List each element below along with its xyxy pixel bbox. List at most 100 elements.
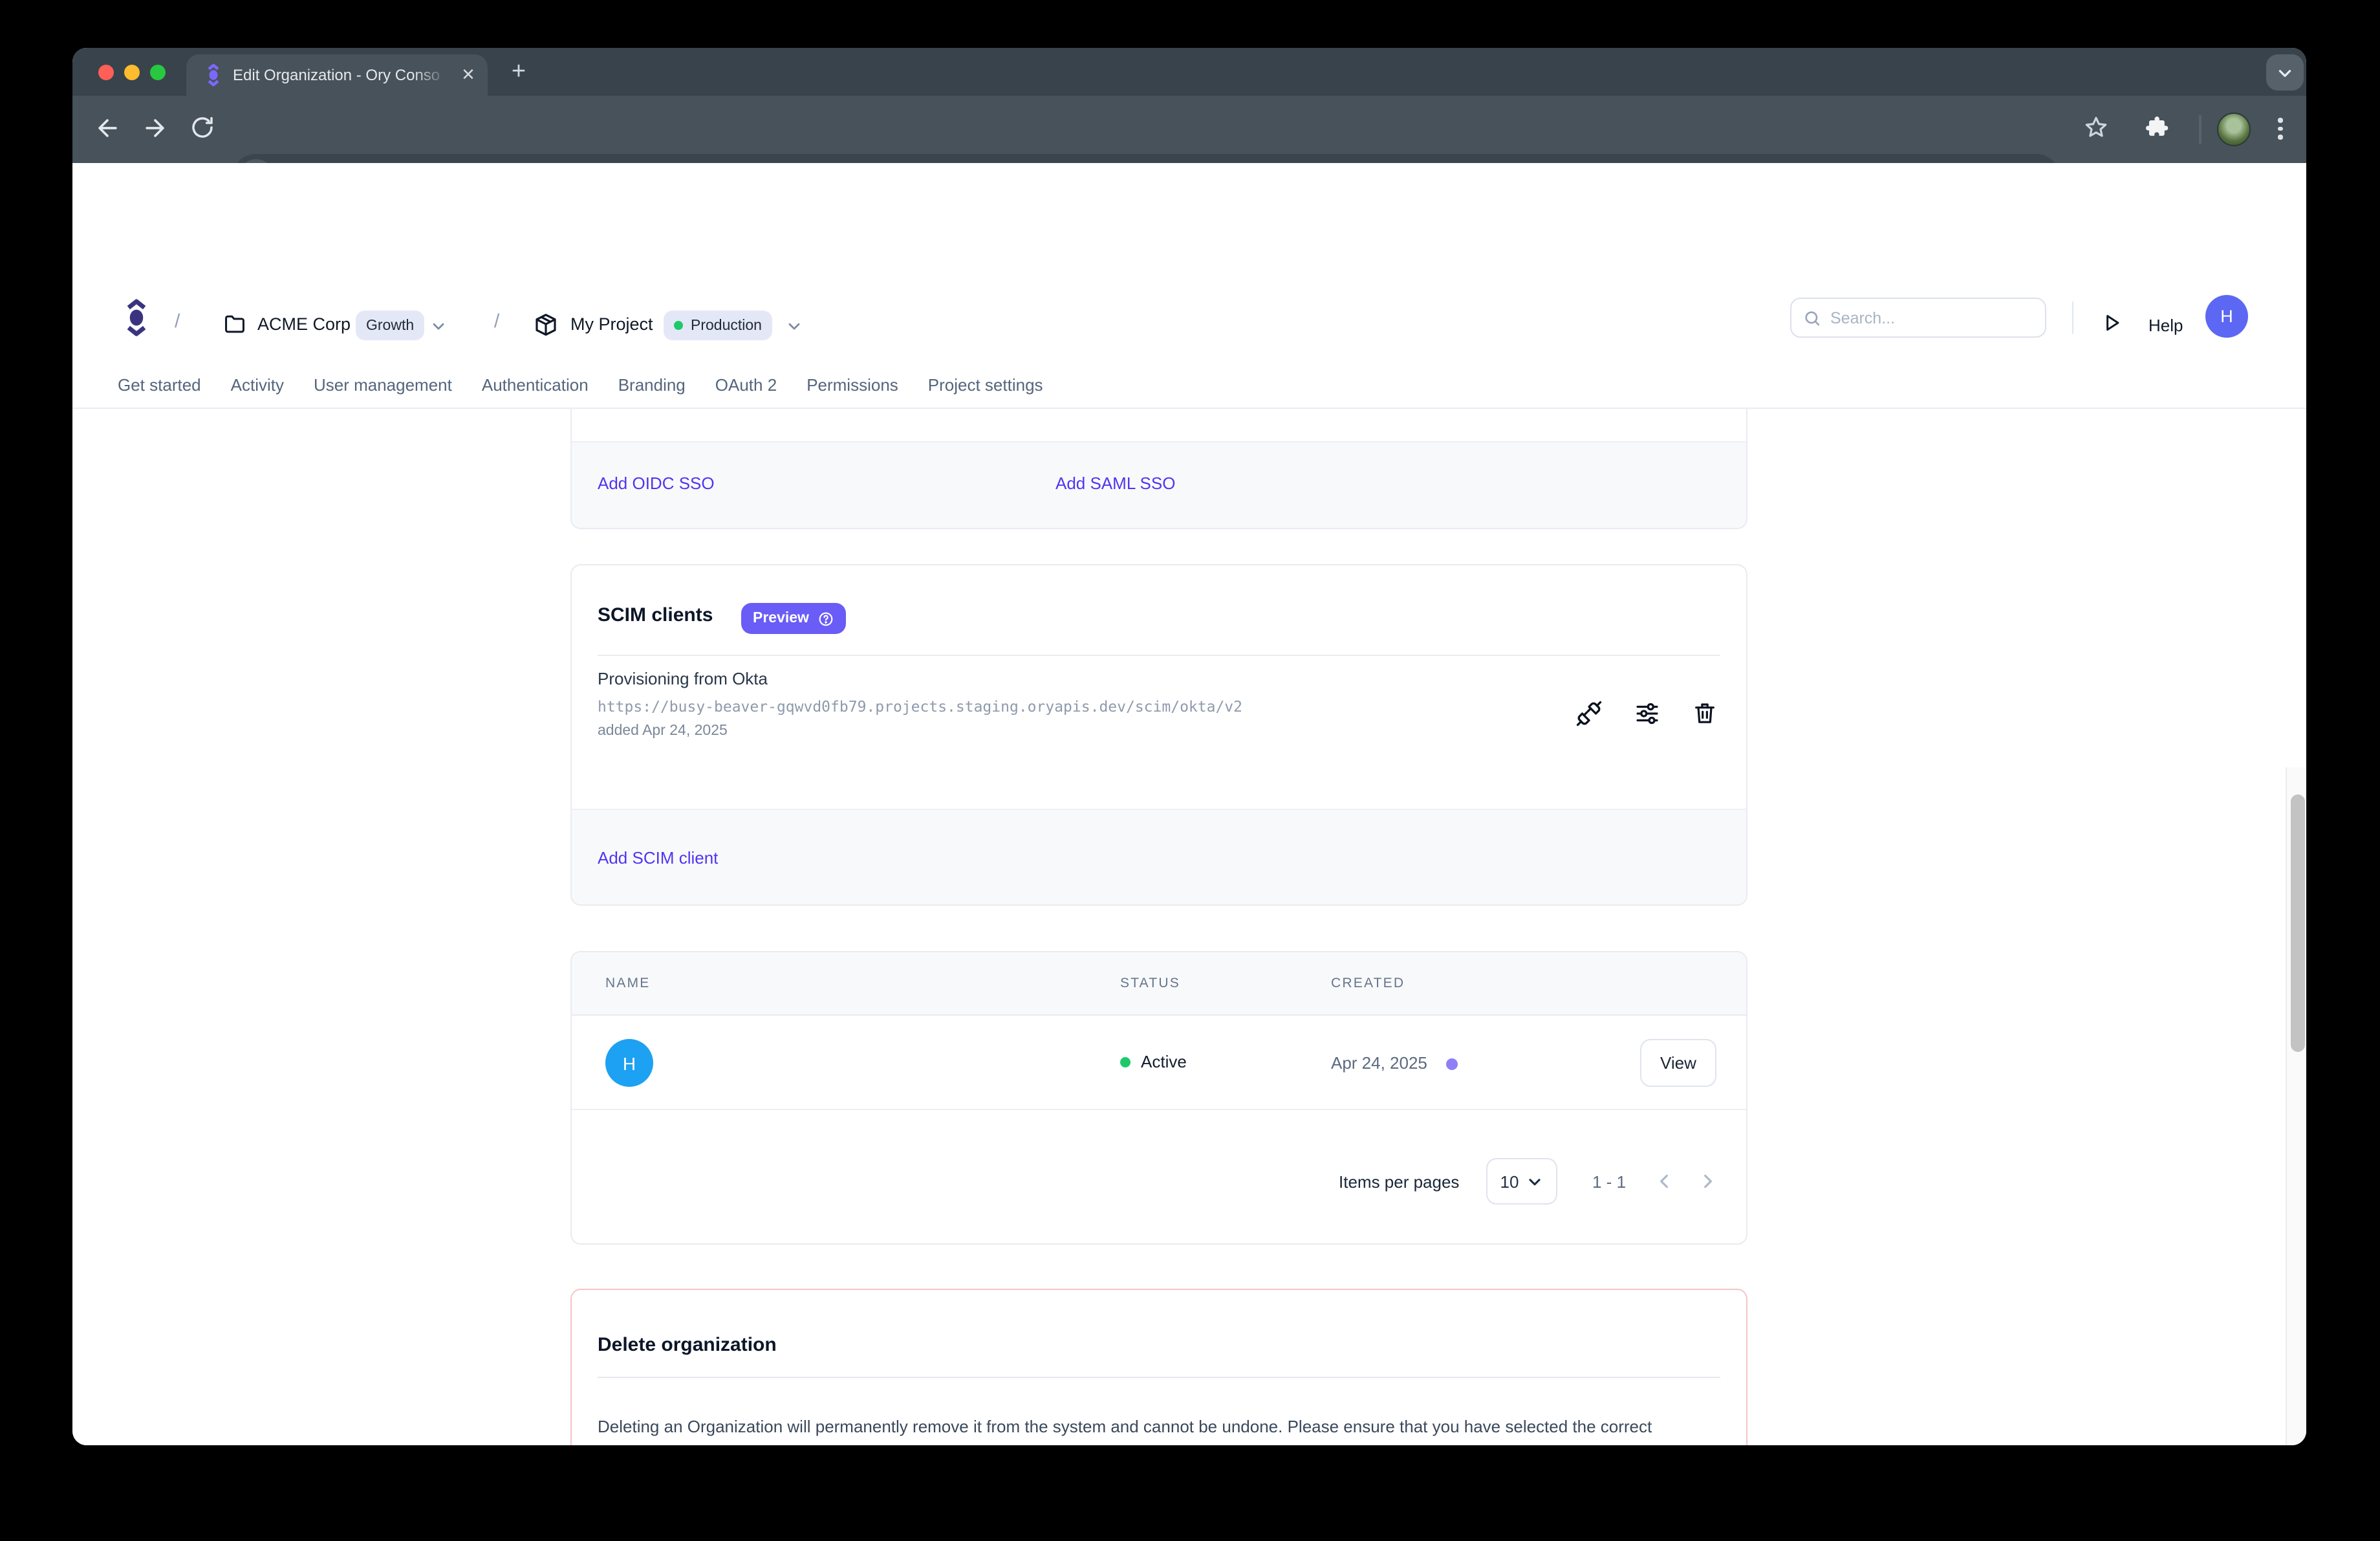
chevron-right-icon — [1697, 1171, 1718, 1192]
nav-item-project-settings[interactable]: Project settings — [928, 375, 1043, 395]
question-circle-icon — [818, 610, 835, 627]
created-cell: Apr 24, 2025 — [1331, 1053, 1427, 1073]
view-button[interactable]: View — [1640, 1039, 1716, 1087]
help-link[interactable]: Help — [2148, 316, 2183, 335]
add-oidc-sso-link[interactable]: Add OIDC SSO — [598, 474, 715, 493]
table-header-status: STATUS — [1120, 976, 1180, 991]
breadcrumb-separator: / — [175, 311, 180, 333]
toolbar-divider — [2199, 115, 2202, 144]
chevron-down-icon — [1526, 1173, 1543, 1190]
chevron-left-icon — [1654, 1171, 1675, 1192]
scrollbar-track[interactable] — [2286, 767, 2306, 1445]
arrow-right-icon — [141, 114, 169, 142]
scim-client-actions — [1572, 696, 1722, 730]
back-button[interactable] — [93, 114, 124, 145]
previous-page-button[interactable] — [1654, 1171, 1675, 1192]
delete-card-description: Deleting an Organization will permanentl… — [598, 1414, 1691, 1445]
ory-logo-icon[interactable] — [124, 296, 149, 339]
breadcrumb-separator: / — [494, 311, 499, 333]
traffic-close-button[interactable] — [98, 65, 114, 80]
scim-client-url: https://busy-beaver-gqwvd0fb79.projects.… — [598, 697, 1242, 716]
delete-card-title: Delete organization — [598, 1334, 777, 1356]
play-icon — [2101, 312, 2123, 334]
edit-settings-button[interactable] — [1630, 696, 1663, 730]
nav-item-activity[interactable]: Activity — [231, 375, 284, 395]
scrollbar-thumb[interactable] — [2290, 794, 2304, 1052]
org-plan-badge: Growth — [356, 311, 424, 340]
search-input[interactable] — [1830, 309, 2011, 327]
page-size-select[interactable]: 10 — [1486, 1158, 1557, 1205]
user-avatar[interactable]: H — [2205, 295, 2248, 338]
add-scim-client-link[interactable]: Add SCIM client — [598, 847, 718, 867]
sliders-icon — [1633, 699, 1660, 727]
nav-item-permissions[interactable]: Permissions — [806, 375, 898, 395]
organizations-table-card: NAME STATUS CREATED H Active Apr 24, 202… — [570, 951, 1747, 1245]
traffic-zoom-button[interactable] — [150, 65, 166, 80]
browser-tab[interactable]: Edit Organization - Ory Console ✕ — [186, 54, 488, 96]
created-indicator-dot — [1446, 1058, 1458, 1070]
forward-button[interactable] — [141, 114, 172, 145]
pagination: Items per pages 10 1 - 1 — [572, 1110, 1746, 1245]
scim-clients-card: SCIM clients Preview Provisioning from O… — [570, 564, 1747, 906]
add-saml-sso-link[interactable]: Add SAML SSO — [1055, 474, 1175, 493]
chevron-down-icon — [785, 317, 803, 335]
chevron-down-icon — [429, 317, 448, 335]
environment-badge-label: Production — [691, 318, 762, 333]
nav-item-user-management[interactable]: User management — [314, 375, 452, 395]
preview-badge[interactable]: Preview — [741, 603, 847, 634]
status-active-dot — [1120, 1056, 1130, 1067]
divider — [598, 1377, 1720, 1378]
environment-status-dot — [674, 321, 683, 330]
search-box[interactable] — [1790, 298, 2046, 338]
scim-clients-title: SCIM clients — [598, 604, 713, 626]
breadcrumb-project-name[interactable]: My Project — [570, 314, 653, 334]
next-page-button[interactable] — [1697, 1171, 1718, 1192]
chevron-down-icon — [2277, 64, 2293, 81]
browser-window: Edit Organization - Ory Console ✕ + — [72, 48, 2306, 1445]
delete-client-button[interactable] — [1688, 696, 1722, 730]
nav-item-branding[interactable]: Branding — [618, 375, 686, 395]
new-tab-button[interactable]: + — [504, 58, 533, 87]
run-button[interactable] — [2101, 312, 2123, 334]
bookmark-button[interactable] — [2082, 114, 2114, 145]
project-dropdown-trigger[interactable] — [785, 317, 803, 335]
search-icon — [1803, 309, 1821, 327]
page: / ACME Corp Growth / My Project Producti… — [72, 163, 2306, 1445]
scim-client-name: Provisioning from Okta — [598, 669, 768, 688]
org-plan-badge-label: Growth — [366, 318, 414, 333]
scim-card-footer: Add SCIM client — [572, 809, 1746, 904]
folder-icon — [222, 312, 247, 336]
browser-profile-avatar[interactable] — [2217, 113, 2251, 146]
table-header-created: CREATED — [1331, 976, 1405, 991]
extensions-button[interactable] — [2145, 114, 2176, 145]
tab-title: Edit Organization - Ory Console — [233, 66, 440, 84]
package-icon — [533, 312, 557, 336]
tab-close-icon[interactable]: ✕ — [458, 65, 479, 85]
preview-badge-label: Preview — [753, 611, 809, 626]
tab-search-button[interactable] — [2266, 54, 2304, 91]
puzzle-icon — [2145, 114, 2170, 140]
table-header-name: NAME — [605, 976, 651, 991]
browser-menu-button[interactable] — [2278, 118, 2282, 139]
table-header: NAME STATUS CREATED — [572, 952, 1746, 1016]
page-range: 1 - 1 — [1592, 1172, 1626, 1192]
desktop: Edit Organization - Ory Console ✕ + — [0, 0, 2380, 1541]
header-divider — [2072, 301, 2073, 334]
table-row: H Active Apr 24, 2025 View — [572, 1016, 1746, 1110]
browser-toolbar: console.staging.ory.dev/projects/d087b7a… — [72, 96, 2306, 163]
page-size-value: 10 — [1500, 1172, 1519, 1191]
traffic-minimize-button[interactable] — [124, 65, 140, 80]
org-dropdown-trigger[interactable] — [429, 317, 448, 335]
test-connection-button[interactable] — [1572, 696, 1605, 730]
status-label: Active — [1141, 1052, 1187, 1071]
nav-item-get-started[interactable]: Get started — [118, 375, 201, 395]
status-cell: Active — [1120, 1052, 1187, 1071]
sso-card-footer: Add OIDC SSO Add SAML SSO — [572, 441, 1746, 528]
breadcrumb-org-name[interactable]: ACME Corp — [257, 314, 351, 334]
reload-button[interactable] — [189, 114, 220, 145]
sso-card: Add OIDC SSO Add SAML SSO — [570, 409, 1747, 529]
scim-client-added-date: added Apr 24, 2025 — [598, 723, 728, 739]
trash-icon — [1692, 700, 1718, 726]
nav-item-authentication[interactable]: Authentication — [482, 375, 589, 395]
nav-item-oauth2[interactable]: OAuth 2 — [715, 375, 777, 395]
